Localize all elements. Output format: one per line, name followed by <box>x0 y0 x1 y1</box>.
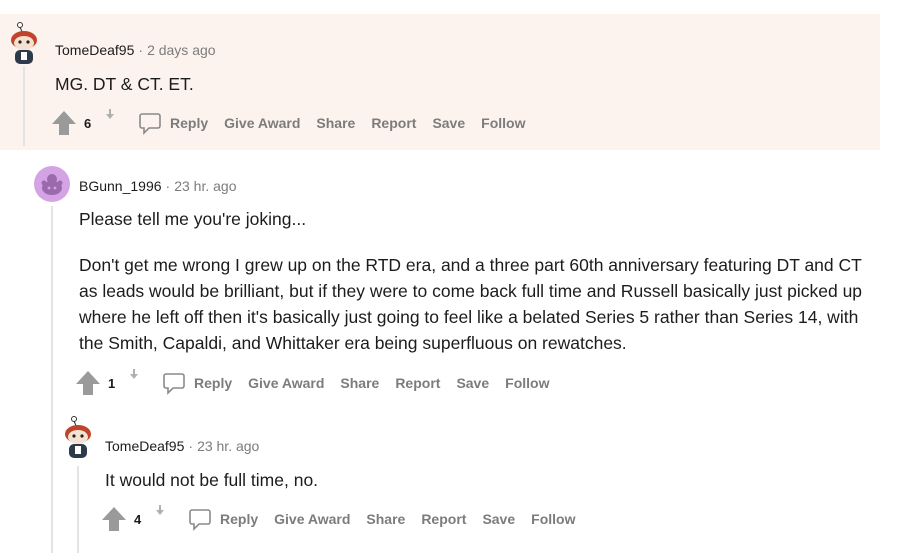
follow-button[interactable]: Follow <box>505 375 549 391</box>
save-button[interactable]: Save <box>456 375 489 391</box>
upvote-button[interactable] <box>74 369 102 397</box>
comment-author[interactable]: BGunn_1996 <box>79 178 162 194</box>
avatar[interactable] <box>6 22 42 66</box>
comment-paragraph: Please tell me you're joking... <box>79 209 307 229</box>
save-button[interactable]: Save <box>482 511 515 527</box>
thread-line[interactable] <box>51 206 53 553</box>
comment-actions: 6 Reply Give Award Share Report Save Fol… <box>50 108 525 138</box>
comment-paragraph: MG. DT & CT. ET. <box>55 74 194 94</box>
follow-button[interactable]: Follow <box>481 115 525 131</box>
thread-line[interactable] <box>77 466 79 553</box>
comment-meta: BGunn_1996 · 23 hr. ago <box>79 178 236 194</box>
comment-author[interactable]: TomeDeaf95 <box>105 438 184 454</box>
reply-button[interactable]: Reply <box>188 507 258 531</box>
downvote-button[interactable] <box>154 503 166 515</box>
report-button[interactable]: Report <box>395 375 440 391</box>
comment-paragraph: It would not be full time, no. <box>105 470 319 490</box>
vote-score: 4 <box>134 511 142 527</box>
comment-body: MG. DT & CT. ET. <box>55 71 855 109</box>
reply-label: Reply <box>170 115 209 131</box>
default-avatar-icon <box>34 166 70 202</box>
snoo-avatar-icon <box>11 22 37 64</box>
avatar[interactable] <box>60 416 96 460</box>
give-award-button[interactable]: Give Award <box>248 375 324 391</box>
reply-button[interactable]: Reply <box>162 371 232 395</box>
report-button[interactable]: Report <box>421 511 466 527</box>
save-button[interactable]: Save <box>432 115 465 131</box>
upvote-arrow-icon <box>52 111 76 135</box>
upvote-arrow-icon <box>102 507 126 531</box>
comment-author[interactable]: TomeDeaf95 <box>55 42 134 58</box>
vote-score: 1 <box>108 375 116 391</box>
avatar[interactable] <box>34 166 70 202</box>
upvote-arrow-icon <box>76 371 100 395</box>
snoo-avatar-icon <box>65 416 91 458</box>
comment-bubble-icon <box>139 113 161 135</box>
comment-body: It would not be full time, no. <box>105 467 865 505</box>
downvote-button[interactable] <box>104 107 116 119</box>
comment-actions: 1 Reply Give Award Share Report Save Fol… <box>74 368 549 398</box>
upvote-button[interactable] <box>100 505 128 533</box>
comment-paragraph: Don't get me wrong I grew up on the RTD … <box>79 255 863 353</box>
comment-meta: TomeDeaf95 · 23 hr. ago <box>105 438 259 454</box>
comment-body: Please tell me you're joking... Don't ge… <box>79 206 879 368</box>
comment-timestamp[interactable]: 2 days ago <box>147 42 216 58</box>
follow-button[interactable]: Follow <box>531 511 575 527</box>
reply-label: Reply <box>194 375 233 391</box>
comment-actions: 4 Reply Give Award Share Report Save Fol… <box>100 504 575 534</box>
comment-bubble-icon <box>189 509 211 531</box>
comment-meta: TomeDeaf95 · 2 days ago <box>55 42 216 58</box>
comment-timestamp[interactable]: 23 hr. ago <box>197 438 259 454</box>
comment-thread: TomeDeaf95 · 2 days ago MG. DT & CT. ET. 6… <box>0 0 918 553</box>
separator: · <box>188 438 194 454</box>
comment-bubble-icon <box>163 373 185 395</box>
give-award-button[interactable]: Give Award <box>274 511 350 527</box>
share-button[interactable]: Share <box>316 115 355 131</box>
separator: · <box>138 42 144 58</box>
give-award-button[interactable]: Give Award <box>224 115 300 131</box>
downvote-arrow-icon <box>106 109 114 119</box>
downvote-arrow-icon <box>156 505 164 515</box>
reply-label: Reply <box>220 511 259 527</box>
comment-timestamp[interactable]: 23 hr. ago <box>174 178 236 194</box>
reply-button[interactable]: Reply <box>138 111 208 135</box>
report-button[interactable]: Report <box>371 115 416 131</box>
downvote-button[interactable] <box>128 367 140 379</box>
downvote-arrow-icon <box>130 369 138 379</box>
vote-score: 6 <box>84 115 92 131</box>
share-button[interactable]: Share <box>340 375 379 391</box>
separator: · <box>165 178 171 194</box>
upvote-button[interactable] <box>50 109 78 137</box>
share-button[interactable]: Share <box>366 511 405 527</box>
thread-line[interactable] <box>23 66 25 146</box>
